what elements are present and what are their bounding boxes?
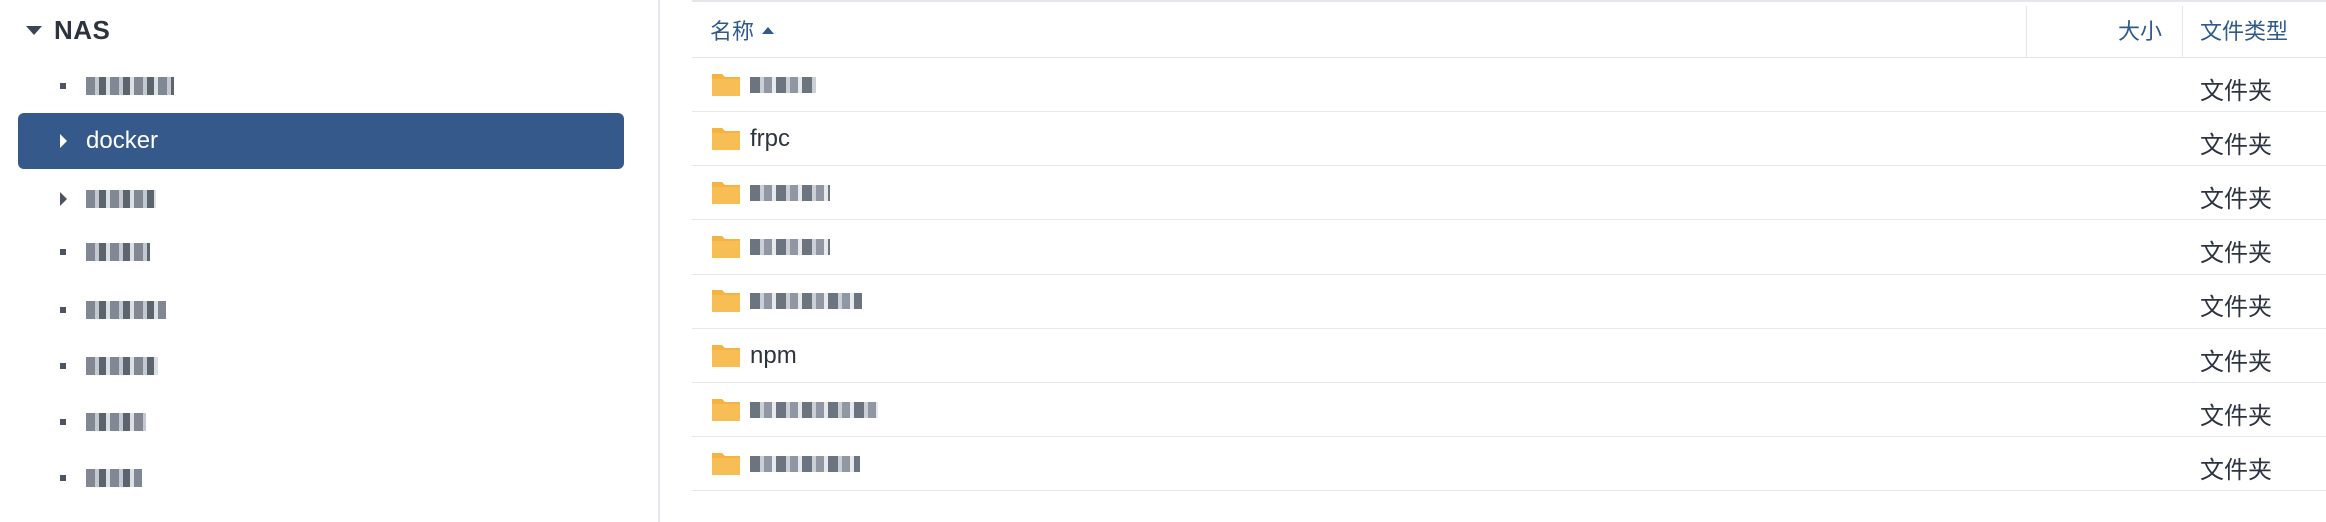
file-type: 文件夹 (2200, 402, 2272, 430)
file-type: 文件夹 (2200, 77, 2272, 105)
table-row[interactable]: frpc 文件夹 (692, 112, 2326, 167)
folder-icon (710, 393, 742, 425)
table-row[interactable]: npm 文件夹 (692, 329, 2326, 383)
table-row[interactable]: 文件夹 (692, 437, 2326, 492)
file-name: frpc (750, 124, 791, 152)
table-row[interactable]: 文件夹 (692, 221, 2326, 275)
tree-item[interactable] (18, 282, 624, 338)
caret-down-icon[interactable] (26, 25, 42, 35)
redacted-file-name (750, 293, 862, 310)
file-type: 文件夹 (2200, 294, 2272, 322)
redacted-file-name (750, 455, 860, 472)
redacted-file-name (750, 239, 830, 256)
tree-item[interactable] (18, 338, 624, 394)
folder-icon (710, 230, 742, 262)
panel-splitter[interactable] (658, 0, 660, 522)
redacted-label (86, 469, 142, 487)
tree-item[interactable] (18, 394, 624, 450)
tree-item[interactable] (18, 224, 624, 280)
redacted-label (86, 243, 150, 261)
expand-arrow-icon[interactable] (60, 192, 67, 206)
bullet-icon (60, 249, 66, 255)
redacted-label (86, 190, 156, 208)
column-header-name[interactable]: 名称 (710, 2, 775, 58)
file-type: 文件夹 (2200, 185, 2272, 213)
folder-icon (710, 447, 742, 479)
column-header-size[interactable]: 大小 (2118, 2, 2162, 58)
tree-root-label: NAS (54, 14, 111, 45)
table-row[interactable]: 文件夹 (692, 58, 2326, 112)
column-header-type[interactable]: 文件类型 (2200, 2, 2288, 58)
tree-item[interactable] (18, 58, 624, 114)
redacted-label (86, 301, 166, 319)
sort-ascending-icon (762, 26, 775, 34)
folder-tree: NAS docker (0, 0, 658, 522)
redacted-file-name (750, 76, 816, 93)
tree-root-nas[interactable]: NAS (26, 10, 110, 50)
redacted-label (86, 357, 158, 375)
tree-item-label: docker (86, 127, 159, 154)
expand-arrow-icon[interactable] (60, 134, 67, 148)
tree-item[interactable] (18, 171, 624, 227)
table-row[interactable]: 文件夹 (692, 383, 2326, 438)
redacted-file-name (750, 184, 830, 201)
file-type: 文件夹 (2200, 131, 2272, 159)
tree-item[interactable] (18, 450, 624, 506)
column-divider[interactable] (2026, 6, 2027, 58)
file-type: 文件夹 (2200, 240, 2272, 268)
bullet-icon (60, 307, 66, 313)
bullet-icon (60, 363, 66, 369)
bullet-icon (60, 475, 66, 481)
redacted-label (86, 77, 174, 95)
file-list: 名称 大小 文件类型 文件夹 frpc 文件夹 文件夹 文件夹 文件夹 npm 文件夹 文件夹文… (692, 0, 2326, 522)
redacted-label (86, 413, 146, 431)
folder-icon (710, 122, 742, 154)
folder-icon (710, 68, 742, 100)
file-name: npm (750, 341, 797, 369)
table-row[interactable]: 文件夹 (692, 275, 2326, 329)
folder-icon (710, 339, 742, 371)
tree-item-docker[interactable]: docker (18, 113, 624, 169)
file-type: 文件夹 (2200, 348, 2272, 376)
file-type: 文件夹 (2200, 456, 2272, 484)
redacted-file-name (750, 401, 878, 418)
file-station-window: NAS docker 名称 大小 文件类型 文件夹 frpc 文件夹 文件夹 文… (0, 0, 2326, 522)
folder-icon (710, 176, 742, 208)
bullet-icon (60, 419, 66, 425)
folder-icon (710, 284, 742, 316)
column-type-label: 文件类型 (2200, 19, 2289, 44)
column-divider[interactable] (2182, 6, 2183, 58)
column-name-label: 名称 (710, 19, 755, 44)
bullet-icon (60, 83, 66, 89)
table-row[interactable]: 文件夹 (692, 166, 2326, 221)
table-header: 名称 大小 文件类型 (692, 0, 2326, 58)
column-size-label: 大小 (2118, 19, 2163, 44)
